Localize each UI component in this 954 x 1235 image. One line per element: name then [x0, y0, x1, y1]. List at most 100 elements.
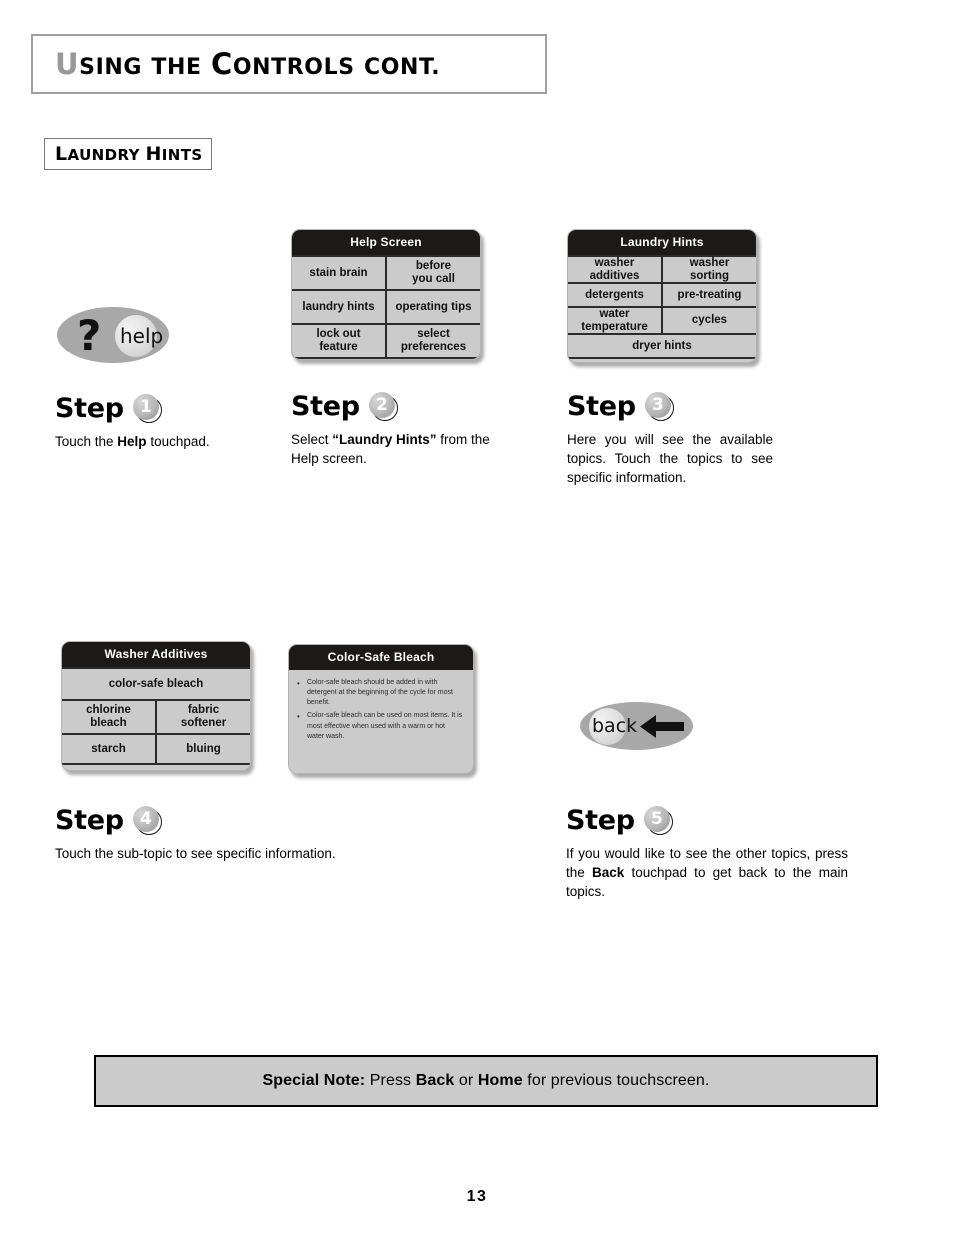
step-number-badge-1: 1	[132, 394, 162, 423]
panel-help-screen-title: Help Screen	[292, 230, 480, 255]
step-heading-4: Step 4	[55, 805, 485, 836]
special-note-text: Special Note: Press Back or Home for pre…	[263, 1072, 710, 1090]
info-bullet-text: Color-safe bleach should be added in wit…	[307, 679, 453, 707]
special-note-text-1: Press	[365, 1072, 416, 1089]
page-title-the: THE	[151, 55, 202, 80]
back-touchpad-label: back	[592, 715, 638, 737]
bullet-icon: •	[297, 712, 300, 722]
special-note-label: Special Note:	[262, 1072, 366, 1089]
step-body-bold-1: Help	[117, 434, 147, 449]
section-label-aundry: AUNDRY	[67, 146, 140, 164]
panel-color-safe-bleach-body: • Color-safe bleach should be added in w…	[289, 670, 473, 755]
step-heading-3: Step 3	[567, 391, 773, 422]
step-block-4: Step 4 Touch the sub-topic to see specif…	[55, 805, 485, 863]
panel-laundry-hints-title: Laundry Hints	[568, 230, 756, 255]
step-body-bold-5: Back	[591, 865, 625, 881]
panel-cell-bluing[interactable]: bluing	[157, 735, 250, 763]
step-heading-5: Step 5	[566, 805, 848, 836]
step-body-3: Here you will see the available topics. …	[567, 432, 773, 486]
step-number-value-5: 5	[643, 806, 670, 832]
step-body-5: If you would like to see the other topic…	[566, 844, 848, 901]
info-bullet-text: Color-safe bleach can be used on most it…	[307, 712, 463, 740]
panel-cell-washer-additives[interactable]: washer additives	[568, 257, 661, 282]
step-number-badge-2: 2	[368, 392, 398, 421]
panel-cell-laundry-hints[interactable]: laundry hints	[292, 291, 385, 323]
special-note-bold-back: Back	[415, 1072, 455, 1089]
step-number-value-2: 2	[368, 392, 395, 418]
step-body-pre-1: Touch the	[55, 434, 118, 449]
step-body-post-1: touchpad.	[146, 434, 210, 449]
panel-cell-stain-brain[interactable]: stain brain	[292, 257, 385, 289]
page-title-sing: SING	[79, 55, 143, 80]
step-block-3: Step 3 Here you will see the available t…	[567, 391, 773, 487]
panel-cell-select-preferences[interactable]: select preferences	[387, 325, 480, 357]
step-number-value-1: 1	[132, 394, 159, 420]
step-word-5: Step	[566, 805, 635, 836]
step-block-2: Step 2 Select “Laundry Hints” from the H…	[291, 391, 496, 468]
special-note-text-3: for previous touchscreen.	[522, 1072, 710, 1089]
step-block-5: Step 5 If you would like to see the othe…	[566, 805, 848, 901]
step-number-value-3: 3	[644, 392, 671, 418]
panel-cell-washer-sorting[interactable]: washer sorting	[663, 257, 756, 282]
step-body-2: Select “Laundry Hints” from the Help scr…	[291, 430, 496, 468]
panel-cell-detergents[interactable]: detergents	[568, 284, 661, 306]
bullet-icon: •	[297, 679, 300, 688]
page-title-cont: CONT.	[363, 55, 441, 80]
panel-washer-additives-grid: color-safe bleach chlorine bleach fabric s…	[62, 667, 250, 765]
panel-cell-color-safe-bleach[interactable]: color-safe bleach	[62, 669, 250, 699]
step-body-bold-2: “Laundry Hints”	[332, 432, 437, 447]
page-title-c: C	[210, 47, 233, 81]
panel-cell-pre-treating[interactable]: pre-treating	[663, 284, 756, 306]
panel-cell-operating-tips[interactable]: operating tips	[387, 291, 480, 323]
question-mark-icon: ?	[77, 311, 102, 360]
step-word-4: Step	[55, 805, 124, 836]
section-label-h: H	[145, 143, 162, 165]
section-label-box: LAUNDRY HINTS	[44, 138, 212, 170]
panel-cell-dryer-hints[interactable]: dryer hints	[568, 335, 756, 357]
panel-cell-before-you-call[interactable]: before you call	[387, 257, 480, 289]
panel-help-screen: Help Screen stain brain before you call l…	[291, 229, 481, 360]
help-touchpad-label: help	[120, 324, 164, 348]
page-title-u: U	[55, 47, 80, 81]
step-word-3: Step	[567, 391, 636, 422]
step-number-badge-5: 5	[643, 806, 673, 835]
panel-cell-chlorine-bleach[interactable]: chlorine bleach	[62, 701, 155, 733]
special-note-text-2: or	[454, 1072, 478, 1089]
panel-washer-additives-title: Washer Additives	[62, 642, 250, 667]
page-title-ontrols: ONTROLS	[232, 55, 355, 80]
section-label-ints: INTS	[161, 146, 203, 164]
step-body-1: Touch the Help touchpad.	[55, 432, 280, 451]
help-touchpad[interactable]: ? help	[57, 307, 169, 363]
page-header-box: USING THE CONTROLS CONT.	[31, 34, 547, 94]
panel-laundry-hints-grid: washer additives washer sorting detergents…	[568, 255, 756, 359]
page-title: USING THE CONTROLS CONT.	[33, 47, 440, 81]
panel-cell-starch[interactable]: starch	[62, 735, 155, 763]
step-number-badge-3: 3	[644, 392, 674, 421]
panel-cell-fabric-softener[interactable]: fabric softener	[157, 701, 250, 733]
panel-help-screen-grid: stain brain before you call laundry hints…	[292, 255, 480, 359]
panel-laundry-hints: Laundry Hints washer additives washer sort…	[567, 229, 757, 363]
step-word-1: Step	[55, 393, 124, 424]
step-heading-1: Step 1	[55, 393, 280, 424]
step-block-1: Step 1 Touch the Help touchpad.	[55, 393, 280, 451]
panel-color-safe-bleach-title: Color-Safe Bleach	[289, 645, 473, 670]
panel-cell-cycles[interactable]: cycles	[663, 308, 756, 333]
back-touchpad[interactable]: back	[580, 702, 693, 750]
info-bullet-item: • Color-safe bleach can be used on most …	[297, 711, 463, 741]
panel-cell-lock-out-feature[interactable]: lock out feature	[292, 325, 385, 357]
panel-color-safe-bleach: Color-Safe Bleach • Color-safe bleach sh…	[288, 644, 474, 774]
step-heading-2: Step 2	[291, 391, 496, 422]
special-note-box: Special Note: Press Back or Home for pre…	[94, 1055, 878, 1107]
page-number: 13	[466, 1188, 488, 1205]
step-number-badge-4: 4	[132, 806, 162, 835]
panel-washer-additives: Washer Additives color-safe bleach chlor…	[61, 641, 251, 771]
panel-cell-water-temperature[interactable]: water temperature	[568, 308, 661, 333]
step-word-2: Step	[291, 391, 360, 422]
left-arrow-icon	[640, 715, 684, 738]
step-number-value-4: 4	[132, 806, 159, 832]
step-body-4: Touch the sub-topic to see specific info…	[55, 846, 336, 861]
info-bullet-item: • Color-safe bleach should be added in w…	[297, 678, 463, 708]
step-body-pre-2: Select	[291, 432, 333, 447]
section-label-text: LAUNDRY HINTS	[45, 143, 203, 165]
special-note-bold-home: Home	[477, 1072, 523, 1089]
